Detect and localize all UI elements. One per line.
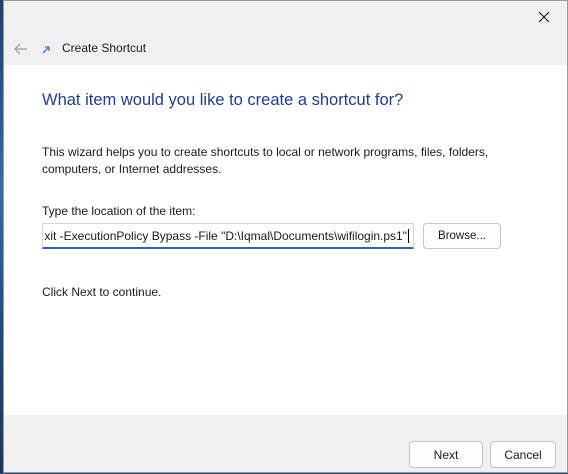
location-input[interactable]: xit -ExecutionPolicy Bypass -File "D:\Iq… [42, 223, 414, 249]
text-caret [408, 229, 409, 243]
header-title: Create Shortcut [62, 41, 147, 55]
shortcut-arrow-icon [42, 46, 50, 54]
page-heading: What item would you like to create a sho… [42, 91, 404, 109]
back-button[interactable] [9, 37, 33, 61]
next-button[interactable]: Next [409, 441, 483, 468]
back-arrow-icon [14, 43, 27, 55]
location-input-value: xit -ExecutionPolicy Bypass -File "D:\Iq… [44, 229, 409, 243]
close-icon [538, 11, 550, 23]
title-bar [4, 1, 567, 35]
wizard-header: Create Shortcut [4, 33, 567, 65]
location-label: Type the location of the item: [42, 204, 196, 218]
wizard-description: This wizard helps you to create shortcut… [42, 145, 489, 176]
wizard-content: What item would you like to create a sho… [4, 65, 567, 415]
continue-instruction: Click Next to continue. [42, 285, 162, 299]
dialog-footer: Next Cancel [4, 415, 567, 474]
close-button[interactable] [521, 1, 567, 33]
create-shortcut-dialog: Create Shortcut What item would you like… [3, 0, 568, 473]
browse-button[interactable]: Browse... [423, 223, 501, 249]
cancel-button[interactable]: Cancel [490, 441, 556, 468]
